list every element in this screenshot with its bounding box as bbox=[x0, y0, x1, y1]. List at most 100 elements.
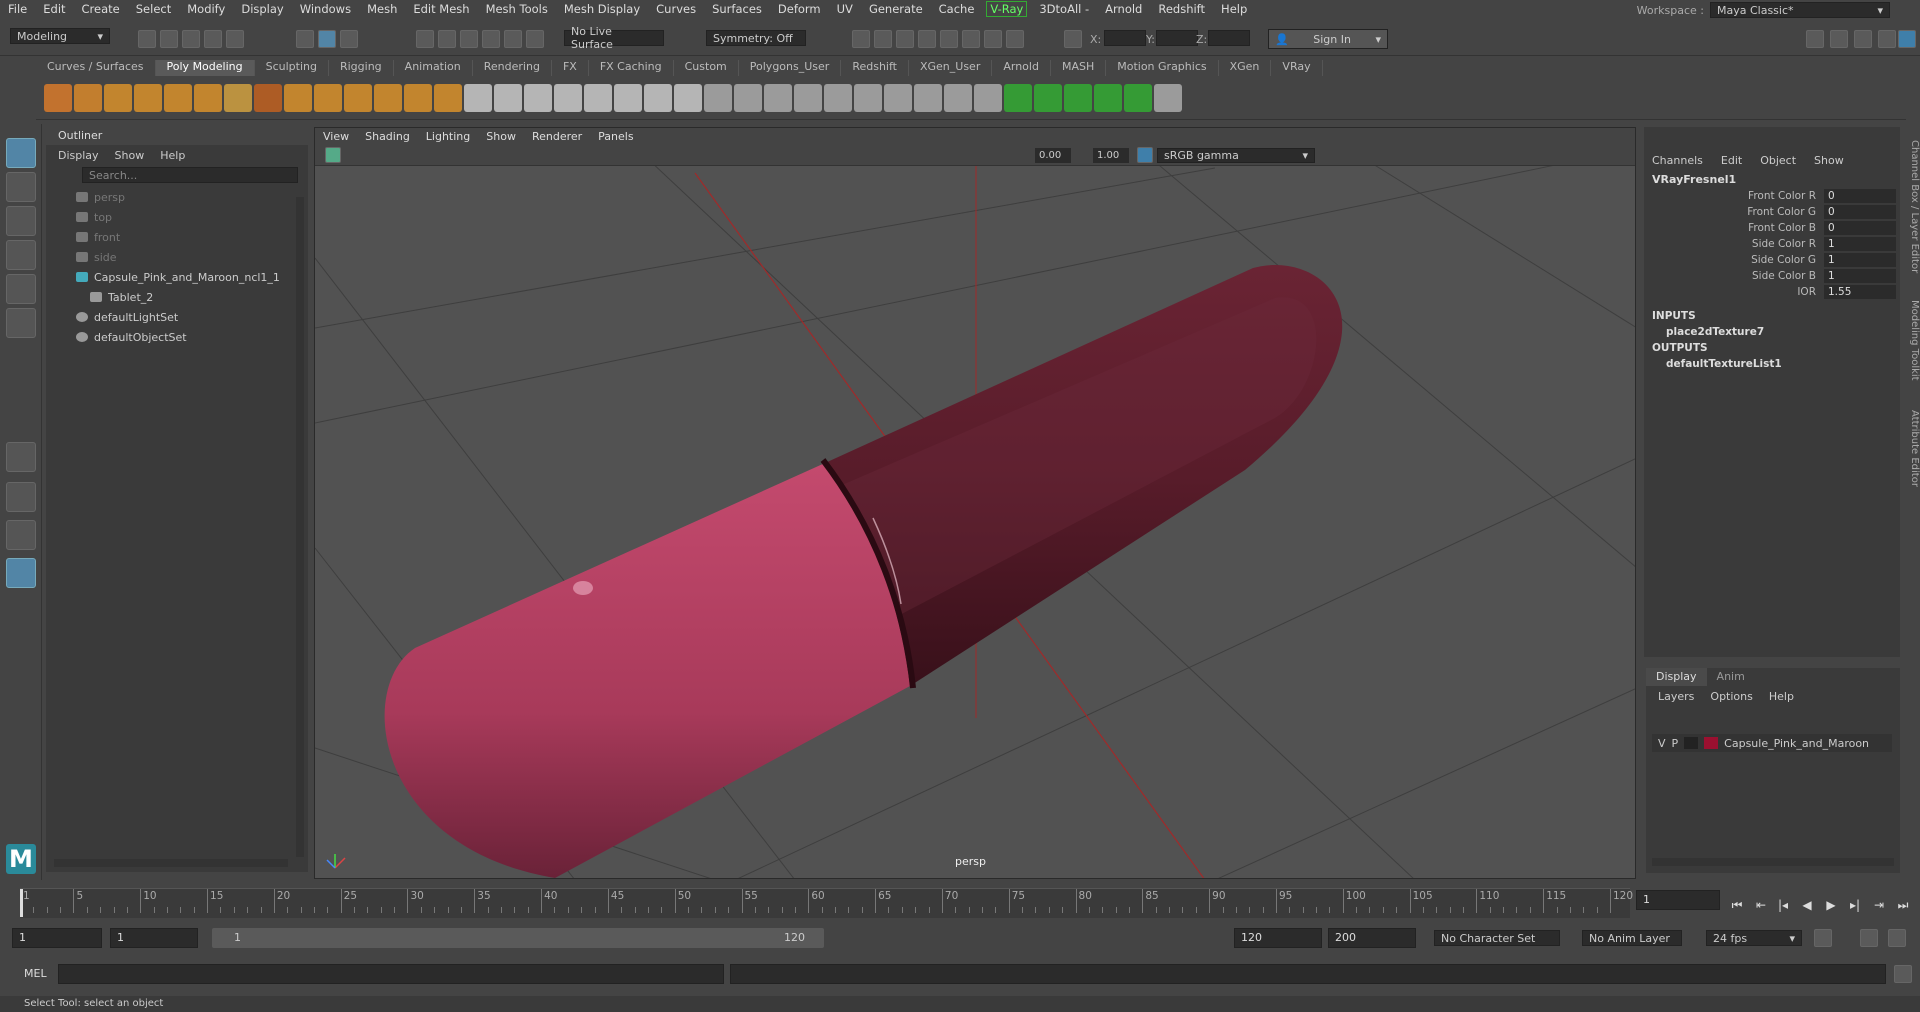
shelf-tab-custom[interactable]: Custom bbox=[674, 60, 739, 76]
hypershade-icon[interactable] bbox=[940, 30, 958, 48]
anim-preferences-icon[interactable] bbox=[1888, 929, 1906, 947]
mel-label[interactable]: MEL bbox=[24, 967, 47, 980]
playback-start-field[interactable]: 1 bbox=[110, 928, 198, 948]
attribute-value[interactable]: 0 bbox=[1824, 221, 1896, 235]
shelf-tab-vray[interactable]: VRay bbox=[1271, 60, 1323, 76]
soccer-ball-icon[interactable] bbox=[224, 84, 252, 112]
snap-view-plane-icon[interactable] bbox=[482, 30, 500, 48]
sphere-icon[interactable] bbox=[44, 84, 72, 112]
channel-box-icon[interactable] bbox=[1878, 30, 1896, 48]
current-frame-marker[interactable] bbox=[20, 889, 23, 917]
attribute-name[interactable]: Front Color G bbox=[1644, 206, 1824, 218]
text-icon[interactable] bbox=[314, 84, 342, 112]
workspace-dropdown[interactable]: Maya Classic* ▾ bbox=[1710, 2, 1890, 18]
layer-hscrollbar[interactable] bbox=[1652, 858, 1894, 866]
attribute-value[interactable]: 0 bbox=[1824, 205, 1896, 219]
layer-tab-display[interactable]: Display bbox=[1646, 668, 1707, 686]
attribute-value[interactable]: 1 bbox=[1824, 237, 1896, 251]
character-set-dropdown[interactable]: No Character Set bbox=[1434, 930, 1560, 946]
color-management-icon[interactable] bbox=[1137, 147, 1153, 163]
scene-canvas[interactable] bbox=[315, 128, 1636, 879]
automatic-uv-icon[interactable] bbox=[974, 84, 1002, 112]
shelf-tab-rendering[interactable]: Rendering bbox=[473, 60, 552, 76]
menu-select[interactable]: Select bbox=[128, 2, 179, 16]
select-tool-icon[interactable] bbox=[6, 138, 36, 168]
history-icon[interactable] bbox=[526, 30, 544, 48]
outliner-item[interactable]: defaultLightSet bbox=[76, 307, 308, 327]
outliner-item[interactable]: defaultObjectSet bbox=[76, 327, 308, 347]
shelf-tab-sculpting[interactable]: Sculpting bbox=[255, 60, 329, 76]
snap-live-icon[interactable] bbox=[504, 30, 522, 48]
outliner-hscrollbar[interactable] bbox=[54, 859, 288, 867]
offset-loop-icon[interactable] bbox=[824, 84, 852, 112]
menu-set-dropdown[interactable]: Modeling ▾ bbox=[10, 28, 110, 44]
pause-icon[interactable] bbox=[1006, 30, 1024, 48]
bridge-icon[interactable] bbox=[584, 84, 612, 112]
combine-icon[interactable] bbox=[344, 84, 372, 112]
input-node[interactable]: place2dTexture7 bbox=[1644, 324, 1900, 340]
sculpt-icon[interactable] bbox=[1004, 84, 1032, 112]
bevel-icon[interactable] bbox=[554, 84, 582, 112]
slide-edge-icon[interactable] bbox=[854, 84, 882, 112]
select-object-icon[interactable] bbox=[318, 30, 336, 48]
menu-edit[interactable]: Edit bbox=[35, 2, 73, 16]
play-backward-icon[interactable]: ◀ bbox=[1800, 898, 1814, 912]
snap-curve-icon[interactable] bbox=[438, 30, 456, 48]
planar-uv-icon[interactable] bbox=[944, 84, 972, 112]
step-back-frame-icon[interactable]: |◂ bbox=[1776, 898, 1790, 912]
shelf-tab-motion-graphics[interactable]: Motion Graphics bbox=[1106, 60, 1219, 76]
animation-start-field[interactable]: 1 bbox=[12, 928, 102, 948]
step-back-key-icon[interactable]: ⇤ bbox=[1754, 898, 1768, 912]
outliner-item[interactable]: front bbox=[76, 227, 308, 247]
modeling-toolkit-icon[interactable] bbox=[1806, 30, 1824, 48]
layer-editor-icon[interactable] bbox=[1898, 30, 1916, 48]
redo-icon[interactable] bbox=[226, 30, 244, 48]
cone-icon[interactable] bbox=[134, 84, 162, 112]
menu-edit-mesh[interactable]: Edit Mesh bbox=[405, 2, 477, 16]
two-view-layout-icon[interactable] bbox=[6, 520, 36, 550]
fill-hole-icon[interactable] bbox=[674, 84, 702, 112]
multi-cut-icon[interactable] bbox=[704, 84, 732, 112]
attribute-value[interactable]: 0 bbox=[1824, 189, 1896, 203]
time-slider[interactable]: 1 5 10 15 20 25 30 35 40 45 50 55 60 65 70 75 80 85 90 95 10… bbox=[0, 880, 1920, 920]
layer-visibility-toggle[interactable]: V bbox=[1658, 737, 1666, 750]
pinch-icon[interactable] bbox=[1154, 84, 1182, 112]
save-scene-icon[interactable] bbox=[182, 30, 200, 48]
mirror-icon[interactable] bbox=[524, 84, 552, 112]
undo-icon[interactable] bbox=[204, 30, 222, 48]
lasso-tool-icon[interactable] bbox=[6, 172, 36, 202]
side-tab-channel-box[interactable]: Channel Box / Layer Editor bbox=[1904, 140, 1920, 273]
gamma-field[interactable]: 1.00 bbox=[1093, 148, 1129, 163]
symmetry-dropdown[interactable]: Symmetry: Off bbox=[706, 30, 806, 46]
outliner-item[interactable]: top bbox=[76, 207, 308, 227]
side-tab-modeling-toolkit[interactable]: Modeling Toolkit bbox=[1904, 300, 1920, 381]
view-transform-dropdown[interactable]: sRGB gamma ▾ bbox=[1157, 148, 1315, 163]
scale-tool-icon[interactable] bbox=[6, 308, 36, 338]
tool-settings-icon[interactable] bbox=[1854, 30, 1872, 48]
viewport-menu-view[interactable]: View bbox=[315, 128, 357, 146]
grab-icon[interactable] bbox=[1064, 84, 1092, 112]
step-forward-frame-icon[interactable]: ▸| bbox=[1848, 898, 1862, 912]
cube-icon[interactable] bbox=[74, 84, 102, 112]
render-settings-icon[interactable] bbox=[918, 30, 936, 48]
uv-editor-icon[interactable] bbox=[914, 84, 942, 112]
outliner-search-input[interactable]: Search... bbox=[82, 167, 298, 183]
shelf-tab-poly-modeling[interactable]: Poly Modeling bbox=[155, 60, 255, 76]
shelf-tab-curves-surfaces[interactable]: Curves / Surfaces bbox=[36, 60, 156, 76]
select-hierarchy-icon[interactable] bbox=[296, 30, 314, 48]
menu-create[interactable]: Create bbox=[74, 2, 128, 16]
shelf-tab-polygons-user[interactable]: Polygons_User bbox=[739, 60, 842, 76]
output-node[interactable]: defaultTextureList1 bbox=[1644, 356, 1900, 372]
attribute-value[interactable]: 1 bbox=[1824, 269, 1896, 283]
script-editor-icon[interactable] bbox=[1894, 965, 1912, 983]
menu-display[interactable]: Display bbox=[233, 2, 291, 16]
play-forward-icon[interactable]: ▶ bbox=[1824, 898, 1838, 912]
torus-icon[interactable] bbox=[164, 84, 192, 112]
outliner-menu-display[interactable]: Display bbox=[58, 149, 99, 162]
outliner-item[interactable]: Tablet_2 bbox=[76, 287, 308, 307]
x-field[interactable] bbox=[1104, 30, 1146, 46]
viewport-menu-panels[interactable]: Panels bbox=[590, 128, 641, 146]
go-to-start-icon[interactable]: ⏮ bbox=[1730, 898, 1744, 912]
vray-ipr-icon[interactable] bbox=[984, 30, 1002, 48]
range-slider[interactable]: 1 120 bbox=[212, 928, 824, 948]
